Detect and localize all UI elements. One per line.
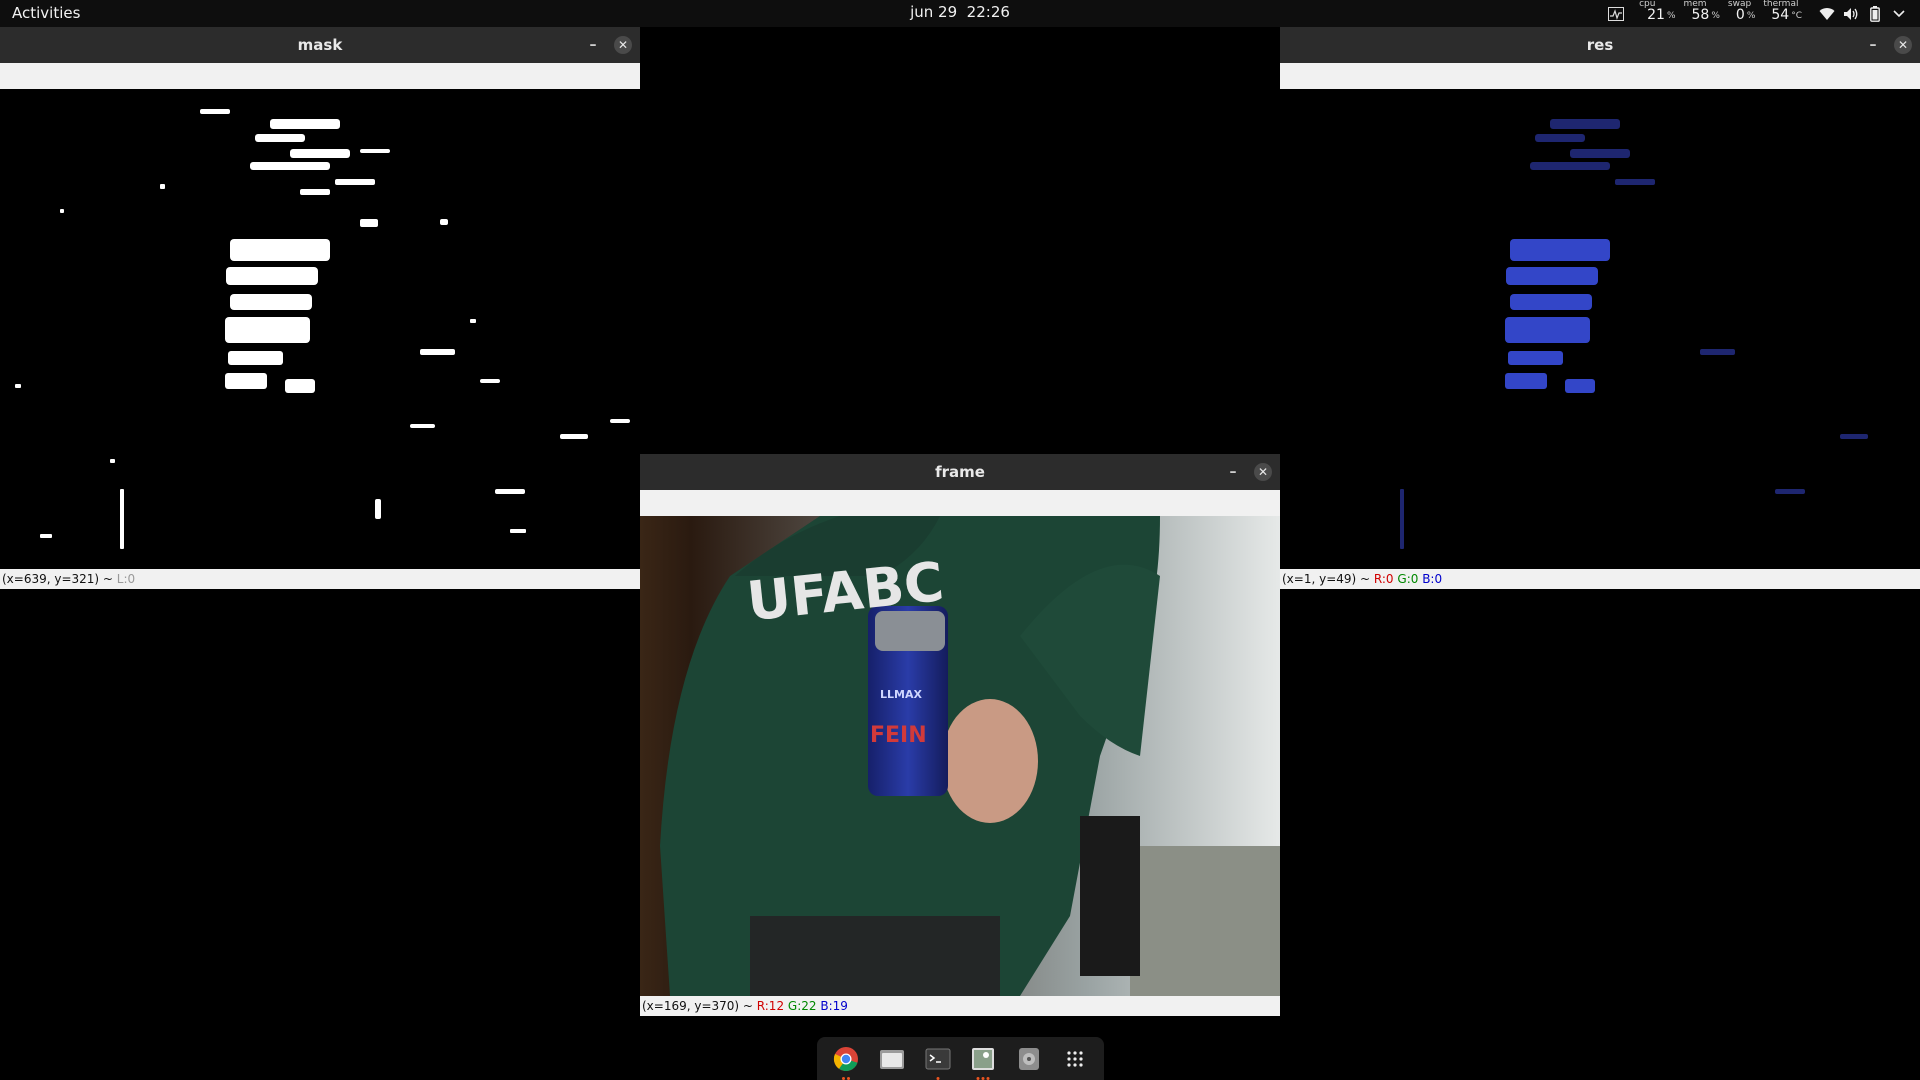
res-toolbar — [1280, 63, 1920, 89]
close-button[interactable]: ✕ — [614, 36, 632, 54]
res-window[interactable]: res – ✕ (x=1, y=49) ~ R:0 G:0 B:0 — [1280, 27, 1920, 592]
frame-statusbar: (x=169, y=370) ~ R:12 G:22 B:19 — [640, 996, 1280, 1016]
minimize-button[interactable]: – — [1866, 38, 1880, 52]
mask-status-coords: (x=639, y=321) ~ — [2, 572, 117, 586]
running-indicator — [936, 1076, 940, 1080]
running-indicator — [841, 1076, 850, 1080]
res-statusbar: (x=1, y=49) ~ R:0 G:0 B:0 — [1280, 569, 1920, 589]
res-window-title: res — [1586, 36, 1614, 54]
system-tray: cpu 21 % mem 58 % swap 0 % thermal 54 °C — [1607, 0, 1908, 27]
swap-caption: swap — [1727, 0, 1752, 9]
minimize-button[interactable]: – — [1226, 465, 1240, 479]
volume-icon[interactable] — [1842, 5, 1860, 23]
system-monitor-icon[interactable] — [1607, 5, 1625, 23]
webcam-image-content: UFABC LLMAX FEIN — [640, 516, 1280, 996]
clock-date: jun 29 — [910, 3, 958, 21]
frame-titlebar[interactable]: frame – ✕ — [640, 454, 1280, 490]
mask-image-content — [0, 89, 640, 569]
mask-window-title: mask — [297, 36, 343, 54]
top-bar: Activities jun 29 22:26 cpu 21 % mem 58 … — [0, 0, 1920, 27]
mask-statusbar: (x=639, y=321) ~ L:0 — [0, 569, 640, 589]
res-image[interactable] — [1280, 89, 1920, 569]
frame-window[interactable]: frame – ✕ UFABC LLMAX FEIN (x=169, y=370… — [640, 454, 1280, 1019]
mask-window[interactable]: mask – ✕ (x=639, y=321) ~ L:0 — [0, 27, 640, 592]
frame-status-b: B:19 — [820, 999, 848, 1013]
close-button[interactable]: ✕ — [1254, 463, 1272, 481]
close-button[interactable]: ✕ — [1894, 36, 1912, 54]
activities-button[interactable]: Activities — [12, 4, 80, 22]
image-viewer-icon[interactable] — [968, 1044, 998, 1080]
frame-status-r: R:12 — [756, 999, 785, 1013]
disk-icon[interactable] — [1014, 1044, 1044, 1074]
cpu-caption: cpu — [1639, 0, 1656, 9]
mask-status-l: L:0 — [116, 572, 136, 586]
res-status-r: R:0 — [1373, 572, 1394, 586]
res-image-content — [1280, 89, 1920, 569]
files-icon[interactable] — [877, 1044, 907, 1074]
res-status-b: B:0 — [1422, 572, 1443, 586]
mask-image[interactable] — [0, 89, 640, 569]
wifi-icon[interactable] — [1818, 5, 1836, 23]
res-status-coords: (x=1, y=49) ~ — [1282, 572, 1374, 586]
chrome-icon[interactable] — [831, 1044, 861, 1080]
mem-caption: mem — [1683, 0, 1707, 9]
frame-window-title: frame — [935, 463, 985, 481]
frame-toolbar — [640, 490, 1280, 516]
frame-status-g: G:22 — [787, 999, 817, 1013]
dock — [817, 1037, 1104, 1080]
minimize-button[interactable]: – — [586, 38, 600, 52]
battery-icon[interactable] — [1866, 5, 1884, 23]
mask-toolbar — [0, 63, 640, 89]
app-grid-icon[interactable] — [1060, 1044, 1090, 1074]
swap-stat[interactable]: swap 0 % — [1728, 0, 1755, 27]
mem-unit: % — [1711, 11, 1720, 21]
webcam-image[interactable]: UFABC LLMAX FEIN — [640, 516, 1280, 996]
thermal-stat[interactable]: thermal 54 °C — [1763, 0, 1802, 27]
mask-titlebar[interactable]: mask – ✕ — [0, 27, 640, 63]
mem-stat[interactable]: mem 58 % — [1684, 0, 1720, 27]
thermal-caption: thermal — [1763, 0, 1799, 9]
terminal-icon[interactable] — [923, 1044, 953, 1080]
bottle-brand-text: LLMAX — [880, 688, 922, 701]
res-titlebar[interactable]: res – ✕ — [1280, 27, 1920, 63]
cpu-stat[interactable]: cpu 21 % — [1639, 0, 1676, 27]
bottle-label-text: FEIN — [870, 723, 927, 748]
clock-button[interactable]: jun 29 22:26 — [910, 3, 1010, 21]
res-status-g: G:0 — [1397, 572, 1419, 586]
frame-status-coords: (x=169, y=370) ~ — [642, 999, 757, 1013]
cpu-unit: % — [1666, 11, 1676, 21]
running-indicator — [976, 1076, 990, 1080]
clock-time: 22:26 — [966, 3, 1010, 21]
chevron-down-icon[interactable] — [1890, 5, 1908, 23]
